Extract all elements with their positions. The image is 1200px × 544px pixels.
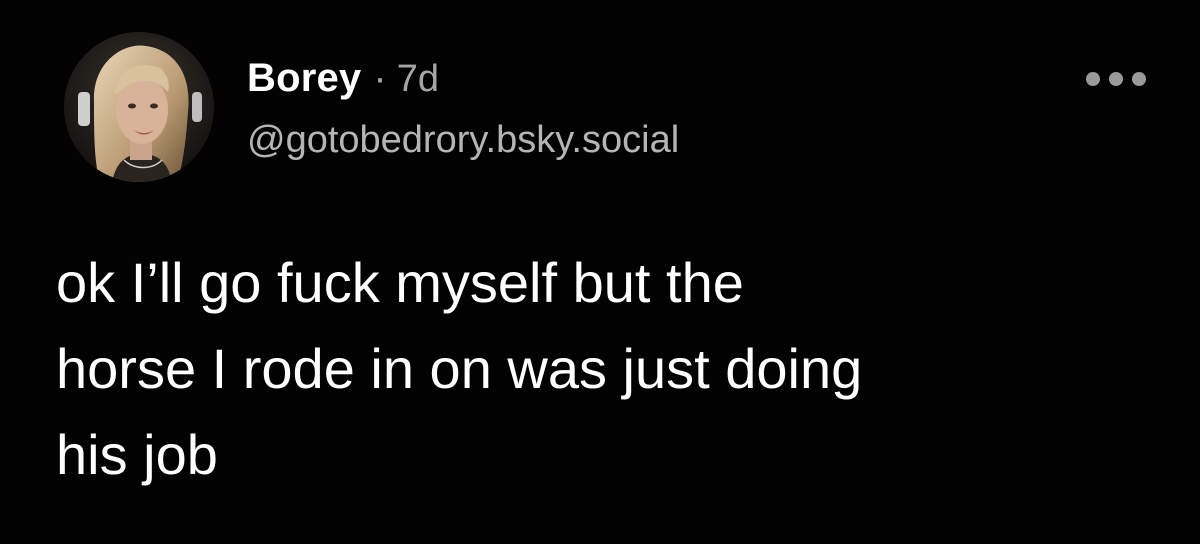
separator-dot: · [373, 56, 387, 100]
post-text-line: ok I’ll go fuck myself but the [56, 251, 744, 314]
post-header: Borey · 7d @gotobedrory.bsky.social [247, 56, 679, 162]
post-body: ok I’ll go fuck myself but the horse I r… [56, 240, 1156, 498]
post-timestamp[interactable]: 7d [397, 58, 439, 101]
avatar[interactable] [64, 32, 214, 182]
name-row: Borey · 7d [247, 56, 679, 101]
post-text-line: his job [56, 423, 218, 486]
more-options-icon-dot [1109, 72, 1123, 86]
post-text-line: horse I rode in on was just doing [56, 337, 863, 400]
post-card: Borey · 7d @gotobedrory.bsky.social ok I… [0, 0, 1200, 544]
user-handle[interactable]: @gotobedrory.bsky.social [247, 119, 679, 162]
more-options-icon [1086, 72, 1100, 86]
more-options-icon-dot [1132, 72, 1146, 86]
display-name[interactable]: Borey [247, 56, 361, 101]
profile-photo-icon [64, 32, 214, 182]
more-options-button[interactable] [1086, 68, 1146, 90]
